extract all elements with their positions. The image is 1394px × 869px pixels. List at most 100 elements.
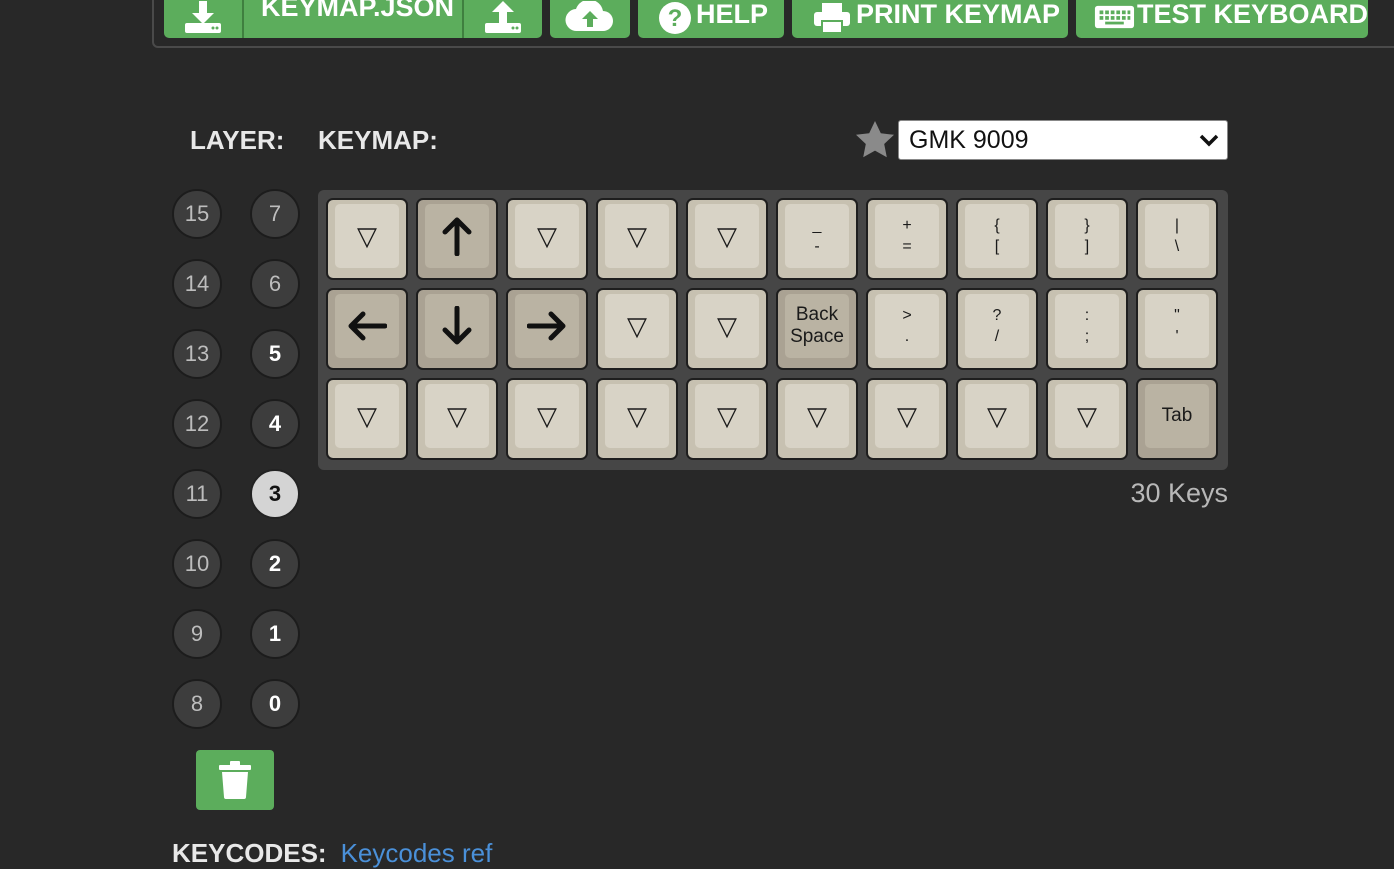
key-5[interactable]: _ -	[776, 198, 858, 280]
keymap-json-button-group: KEYMAP.JSON	[164, 0, 542, 38]
keyboard-layout: ▽ ▽ ▽ ▽ _ - + ={[}] | \ ▽ ▽ Back Space >.? /:; " ' ▽ ▽ ▽ ▽ ▽ ▽ ▽…	[318, 190, 1228, 470]
key-3[interactable]: ▽	[596, 198, 678, 280]
layer-button-7[interactable]: 7	[250, 189, 300, 239]
keyset-select[interactable]: GMK 9009	[898, 120, 1228, 160]
keycap: ▽	[1055, 384, 1119, 448]
layer-button-11[interactable]: 11	[172, 469, 222, 519]
key-29[interactable]: Tab	[1136, 378, 1218, 460]
key-13[interactable]: ▽	[596, 288, 678, 370]
keymap-label: KEYMAP:	[318, 125, 438, 155]
key-14[interactable]: ▽	[686, 288, 768, 370]
layer-button-4[interactable]: 4	[250, 399, 300, 449]
key-20[interactable]: ▽	[326, 378, 408, 460]
upload-keymap-json-button[interactable]	[464, 0, 542, 38]
key-16[interactable]: >.	[866, 288, 948, 370]
key-10[interactable]	[326, 288, 408, 370]
keycap	[425, 294, 489, 358]
keycap: ▽	[605, 294, 669, 358]
keycap: Back Space	[785, 294, 849, 358]
cloud-upload-button[interactable]	[550, 0, 630, 38]
download-icon	[185, 1, 221, 33]
layer-button-12[interactable]: 12	[172, 399, 222, 449]
arrow-down-icon	[442, 306, 472, 345]
key-legend-top: "	[1174, 307, 1180, 324]
key-28[interactable]: ▽	[1046, 378, 1128, 460]
help-label: HELP	[696, 0, 769, 29]
keymap-json-label[interactable]: KEYMAP.JSON	[261, 0, 454, 23]
key-legend-top: :	[1084, 307, 1090, 324]
key-25[interactable]: ▽	[776, 378, 858, 460]
key-12[interactable]	[506, 288, 588, 370]
key-17[interactable]: ? /	[956, 288, 1038, 370]
layer-button-2[interactable]: 2	[250, 539, 300, 589]
layer-button-label: 7	[268, 201, 282, 226]
keycodes-reference-link[interactable]: Keycodes ref	[341, 838, 493, 868]
layer-button-13[interactable]: 13	[172, 329, 222, 379]
key-2[interactable]: ▽	[506, 198, 588, 280]
layer-button-15[interactable]: 15	[172, 189, 222, 239]
transparent-key-icon: ▽	[627, 221, 647, 251]
chevron-down-icon	[1199, 134, 1219, 147]
keycap: ? /	[965, 294, 1029, 358]
key-9[interactable]: | \	[1136, 198, 1218, 280]
key-7[interactable]: {[	[956, 198, 1038, 280]
download-keymap-json-button[interactable]	[164, 0, 242, 38]
arrow-left-icon	[348, 311, 387, 341]
key-15[interactable]: Back Space	[776, 288, 858, 370]
key-0[interactable]: ▽	[326, 198, 408, 280]
test-keyboard-button[interactable]: TEST KEYBOARD	[1076, 0, 1368, 38]
layer-button-label: 9	[190, 621, 204, 646]
keycap: ▽	[875, 384, 939, 448]
layer-button-5[interactable]: 5	[250, 329, 300, 379]
keycap: Tab	[1145, 384, 1209, 448]
layer-button-3[interactable]: 3	[250, 469, 300, 519]
print-keymap-button[interactable]: PRINT KEYMAP	[792, 0, 1068, 38]
keycap: _ -	[785, 204, 849, 268]
layer-button-label: 5	[268, 341, 282, 366]
key-22[interactable]: ▽	[506, 378, 588, 460]
key-27[interactable]: ▽	[956, 378, 1038, 460]
transparent-key-icon: ▽	[447, 401, 467, 431]
key-legend-bottom: ]	[1084, 238, 1090, 255]
key-legend-top: +	[902, 217, 912, 234]
keycap: ▽	[605, 204, 669, 268]
keycap: ▽	[695, 204, 759, 268]
layer-button-1[interactable]: 1	[250, 609, 300, 659]
key-18[interactable]: :;	[1046, 288, 1128, 370]
layer-button-10[interactable]: 10	[172, 539, 222, 589]
key-24[interactable]: ▽	[686, 378, 768, 460]
key-23[interactable]: ▽	[596, 378, 678, 460]
key-legend-top: ?	[992, 307, 1002, 324]
help-button[interactable]: ? HELP	[638, 0, 784, 38]
cloud-upload-icon	[565, 1, 613, 32]
key-11[interactable]	[416, 288, 498, 370]
keycap: ▽	[695, 294, 759, 358]
key-4[interactable]: ▽	[686, 198, 768, 280]
layer-button-6[interactable]: 6	[250, 259, 300, 309]
key-legend-top: >	[902, 307, 912, 324]
key-19[interactable]: " '	[1136, 288, 1218, 370]
keycap: ▽	[695, 384, 759, 448]
layer-button-9[interactable]: 9	[172, 609, 222, 659]
keycap: {[	[965, 204, 1029, 268]
key-8[interactable]: }]	[1046, 198, 1128, 280]
layer-button-8[interactable]: 8	[172, 679, 222, 729]
layer-button-0[interactable]: 0	[250, 679, 300, 729]
key-legend-bottom: \	[1174, 238, 1180, 255]
transparent-key-icon: ▽	[537, 221, 557, 251]
key-6[interactable]: + =	[866, 198, 948, 280]
keyset-selected-value: GMK 9009	[909, 125, 1029, 154]
key-legend-top: _	[812, 217, 822, 234]
key-21[interactable]: ▽	[416, 378, 498, 460]
clear-layer-button[interactable]	[196, 750, 274, 810]
key-legend-bottom: /	[994, 328, 1000, 345]
key-26[interactable]: ▽	[866, 378, 948, 460]
key-1[interactable]	[416, 198, 498, 280]
star-icon[interactable]	[855, 120, 895, 160]
question-circle-icon: ?	[659, 2, 691, 34]
key-legend-top: }	[1084, 217, 1090, 234]
layer-button-label: 14	[184, 271, 210, 296]
layer-button-14[interactable]: 14	[172, 259, 222, 309]
transparent-key-icon: ▽	[807, 401, 827, 431]
layer-button-label: 13	[184, 341, 210, 366]
